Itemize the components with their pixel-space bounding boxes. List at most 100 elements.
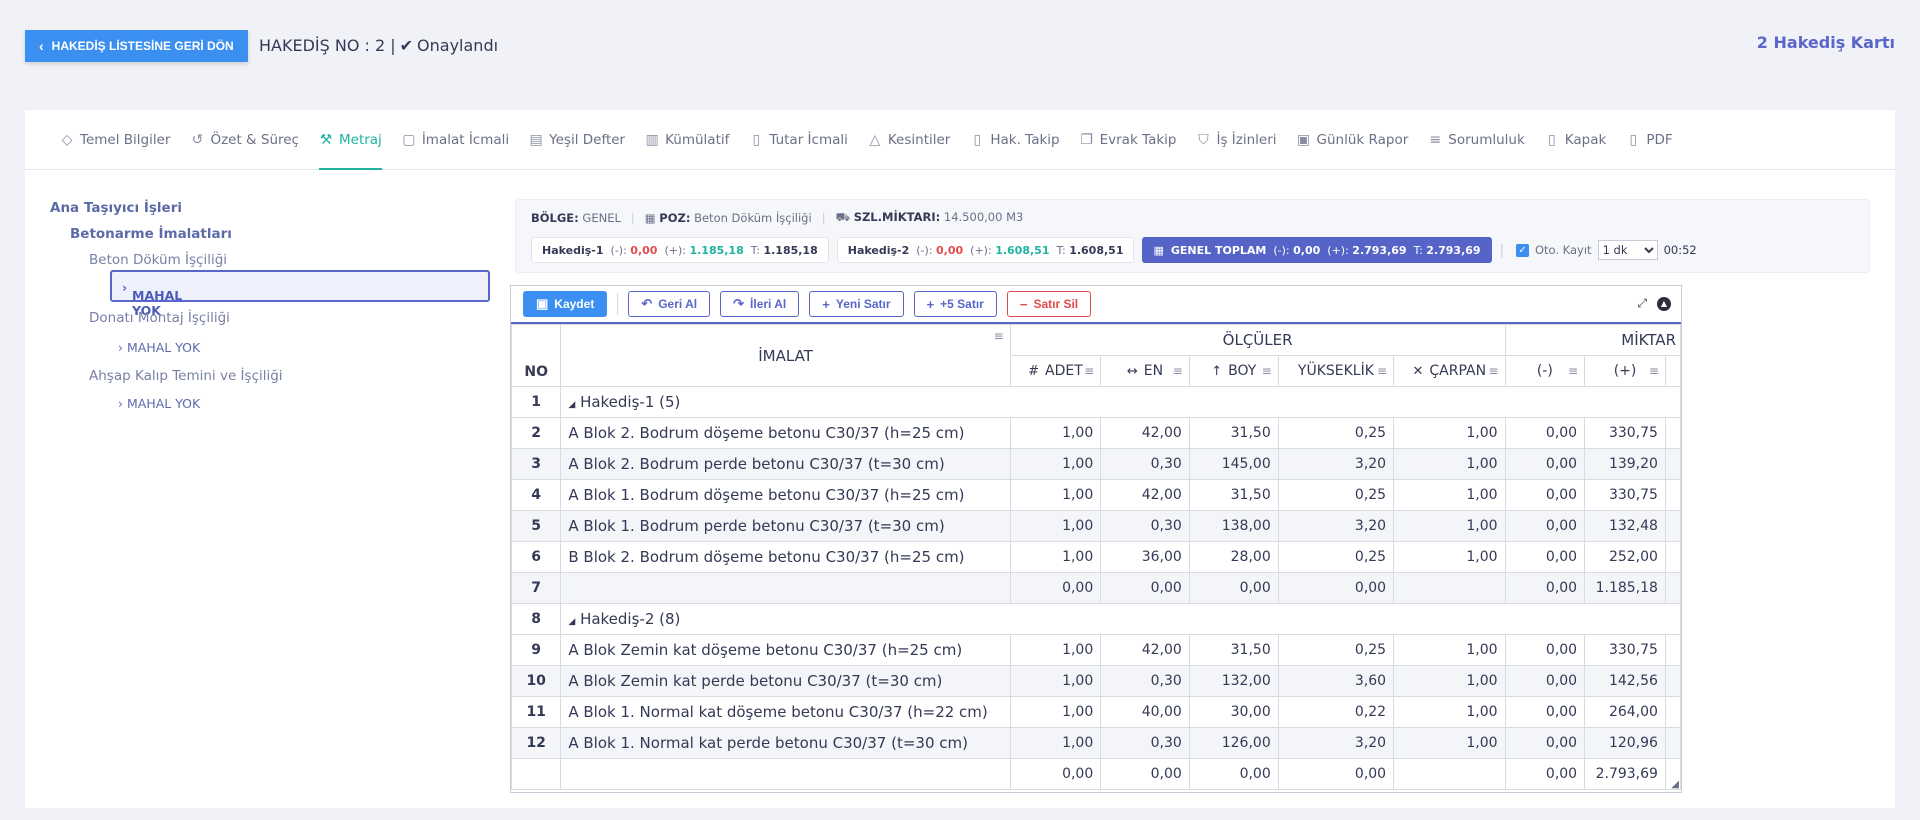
plus-icon: + — [822, 296, 830, 312]
tree-item-ahsap-kalip[interactable]: Ahşap Kalıp Temini ve İşçiliği — [89, 368, 283, 384]
table-row[interactable]: 4A Blok 1. Bodrum döşeme betonu C30/37 (… — [511, 479, 1681, 511]
subtotal-row[interactable]: 7 0,00 0,00 0,00 0,00 0,00 1.185,18 — [511, 572, 1681, 604]
hammer-icon: ⚒ — [319, 131, 333, 148]
calculator-icon: ▦ — [1153, 243, 1164, 257]
column-menu-icon[interactable]: ≡ — [994, 329, 1004, 343]
group-label[interactable]: ◢ Hakediş-1 (5) — [560, 386, 1681, 418]
tab-kesintiler[interactable]: △ Kesintiler — [858, 110, 960, 170]
column-menu-icon[interactable]: ≡ — [1173, 364, 1183, 378]
table-row[interactable]: 10 A Blok Zemin kat perde betonu C30/37 (… — [511, 665, 1681, 697]
tab-sorumluluk[interactable]: ≡ Sorumluluk — [1418, 110, 1535, 170]
genel-toplam-chip[interactable]: ▦ GENEL TOPLAM (-): 0,00 (+): 2.793,69 T… — [1142, 237, 1492, 263]
collapse-triangle-icon[interactable]: ◢ — [568, 617, 575, 627]
table-row[interactable]: 11 A Blok 1. Normal kat döşeme betonu C30… — [511, 696, 1681, 728]
undo-button[interactable]: ↶ Geri Al — [628, 291, 711, 317]
tree-item-donati-montaj[interactable]: Donatı Montaj İşçiliği — [89, 310, 230, 326]
column-menu-icon[interactable]: ≡ — [1084, 364, 1094, 378]
table-row[interactable]: 12 A Blok 1. Normal kat perde betonu C30/… — [511, 727, 1681, 759]
tree-item-mahal[interactable]: › MAHAL YOK — [118, 396, 200, 411]
column-menu-icon[interactable]: ≡ — [1262, 364, 1272, 378]
tab-ozet-surec[interactable]: ↺ Özet & Süreç — [180, 110, 309, 170]
tab-tutar-icmali[interactable]: ▯ Tutar İcmali — [739, 110, 858, 170]
column-menu-icon[interactable]: ≡ — [1377, 364, 1387, 378]
col-group-olculer: ÖLÇÜLER — [1009, 324, 1506, 356]
col-positive[interactable]: (+) ≡ — [1584, 355, 1666, 387]
tab-kumulatif[interactable]: ▥ Kümülatif — [635, 110, 739, 170]
tree-item-mahal[interactable]: › MAHAL YOK — [118, 340, 200, 355]
add-five-rows-button[interactable]: + +5 Satır — [913, 291, 997, 317]
col-group-miktar: MİKTAR — [1504, 324, 1681, 356]
col-en[interactable]: ↔ EN ≡ — [1100, 355, 1190, 387]
tab-evrak-takip[interactable]: ❐ Evrak Takip — [1070, 110, 1187, 170]
history-icon: ↺ — [191, 131, 204, 148]
table-body: 1 ◢ Hakediş-1 (5) 2A Blok 2. Bodrum döşem… — [511, 386, 1681, 790]
auto-save-checkbox[interactable]: ✓ — [1515, 243, 1529, 257]
bar-chart-icon: ▥ — [645, 131, 659, 148]
tree-mahal-label: › MAHAL YOK — [122, 280, 183, 318]
arrow-up-icon: ↑ — [1211, 363, 1223, 379]
col-yukseklik[interactable]: YÜKSEKLİK ≡ — [1277, 355, 1395, 387]
tree-root[interactable]: Ana Taşıyıcı İşleri — [50, 200, 182, 216]
tree-item-beton-dokum[interactable]: Beton Döküm İşçiliği — [89, 252, 227, 268]
grid-toolbar: ▣ Kaydet ↶ Geri Al ↷ İleri Al + Yeni Satır +… — [511, 286, 1681, 324]
back-to-list-button[interactable]: ‹ HAKEDİŞ LİSTESİNE GERİ DÖN — [25, 30, 248, 62]
file-icon: ▯ — [973, 131, 982, 148]
files-icon: ❐ — [1080, 131, 1093, 148]
group-label[interactable]: ◢ Hakediş-2 (8) — [560, 603, 1681, 635]
delete-row-button[interactable]: − Satır Sil — [1006, 291, 1092, 317]
table-row[interactable]: 2A Blok 2. Bodrum döşeme betonu C30/37 (… — [511, 417, 1681, 449]
grand-total-row: 0,00 0,00 0,00 0,00 0,00 2.793,69 — [511, 758, 1681, 790]
tree-item-mahal-selected[interactable]: › MAHAL YOK — [110, 270, 490, 318]
times-icon: ✕ — [1412, 363, 1424, 379]
group-row[interactable]: 8 ◢ Hakediş-2 (8) — [511, 603, 1681, 635]
collapse-triangle-icon[interactable]: ◢ — [568, 400, 575, 410]
table-row[interactable]: 3A Blok 2. Bodrum perde betonu C30/37 (t… — [511, 448, 1681, 480]
column-menu-icon[interactable]: ≡ — [1488, 364, 1498, 378]
check-icon: ✔ — [399, 36, 414, 55]
table-row[interactable]: 5A Blok 1. Bodrum perde betonu C30/37 (t… — [511, 510, 1681, 542]
hakedis-chip[interactable]: Hakediş-2 (-): 0,00 (+): 1.608,51 T: 1.6… — [836, 237, 1135, 263]
plus-icon: + — [926, 296, 935, 312]
tab-kapak[interactable]: ▯ Kapak — [1535, 110, 1617, 170]
save-button[interactable]: ▣ Kaydet — [523, 291, 608, 317]
poz-info: BÖLGE: GENEL | ▦ POZ: Beton Döküm İşçili… — [531, 210, 1024, 225]
auto-save-interval-select[interactable]: 1 dk — [1597, 240, 1658, 260]
tree-group[interactable]: Betonarme İmalatları — [70, 226, 232, 242]
column-menu-icon[interactable]: ≡ — [1568, 364, 1578, 378]
column-menu-icon[interactable]: ≡ — [1649, 364, 1659, 378]
chevron-left-icon: ‹ — [39, 38, 44, 54]
col-carpan[interactable]: ✕ ÇARPAN ≡ — [1393, 355, 1506, 387]
new-row-button[interactable]: + Yeni Satır — [809, 291, 904, 317]
hakedis-chip[interactable]: Hakediş-1 (-): 0,00 (+): 1.185,18 T: 1.1… — [531, 237, 829, 263]
minus-icon: − — [1019, 296, 1028, 312]
collapse-icon[interactable]: ▲ — [1657, 296, 1671, 311]
redo-button[interactable]: ↷ İleri Al — [720, 291, 800, 317]
tab-hak-takip[interactable]: ▯ Hak. Takip — [960, 110, 1069, 170]
group-row[interactable]: 1 ◢ Hakediş-1 (5) — [511, 386, 1681, 418]
pdf-icon: ▯ — [1629, 131, 1638, 148]
hakedis-card-count[interactable]: 2 Hakediş Kartı — [1757, 33, 1895, 52]
col-imalat[interactable]: İMALAT ≡ — [560, 324, 1011, 387]
col-adet[interactable]: # ADET ≡ — [1009, 355, 1102, 387]
info-bar: BÖLGE: GENEL | ▦ POZ: Beton Döküm İşçili… — [515, 199, 1870, 273]
tab-gunluk-rapor[interactable]: ▣ Günlük Rapor — [1287, 110, 1419, 170]
table-row[interactable]: 6B Blok 2. Bodrum döşeme betonu C30/37 (… — [511, 541, 1681, 573]
tab-metraj[interactable]: ⚒ Metraj — [309, 110, 392, 170]
tab-imalat-icmali[interactable]: ▢ İmalat İcmali — [392, 110, 519, 170]
table-row[interactable]: 9A Blok Zemin kat döşeme betonu C30/37 (… — [511, 634, 1681, 666]
fullscreen-icon[interactable]: ⤢ — [1637, 296, 1647, 311]
tag-icon: ◇ — [61, 131, 73, 148]
tab-temel-bilgiler[interactable]: ◇ Temel Bilgiler — [50, 110, 180, 170]
resize-handle-icon[interactable]: ◢ — [1671, 779, 1679, 790]
col-no[interactable]: NO — [511, 324, 562, 387]
tab-is-izinleri[interactable]: ⛉ İş İzinleri — [1186, 110, 1286, 170]
col-boy[interactable]: ↑ BOY ≡ — [1188, 355, 1279, 387]
tab-yesil-defter[interactable]: ▤ Yeşil Defter — [519, 110, 635, 170]
book-icon: ▤ — [529, 131, 543, 148]
tab-pdf[interactable]: ▯ PDF — [1616, 110, 1682, 170]
auto-save-label: Oto. Kayıt — [1534, 243, 1592, 257]
col-negative[interactable]: (-) ≡ — [1504, 355, 1586, 387]
totals-row: Hakediş-1 (-): 0,00 (+): 1.185,18 T: 1.1… — [531, 237, 1697, 263]
hash-icon: # — [1028, 363, 1040, 379]
warning-icon: △ — [869, 131, 881, 148]
